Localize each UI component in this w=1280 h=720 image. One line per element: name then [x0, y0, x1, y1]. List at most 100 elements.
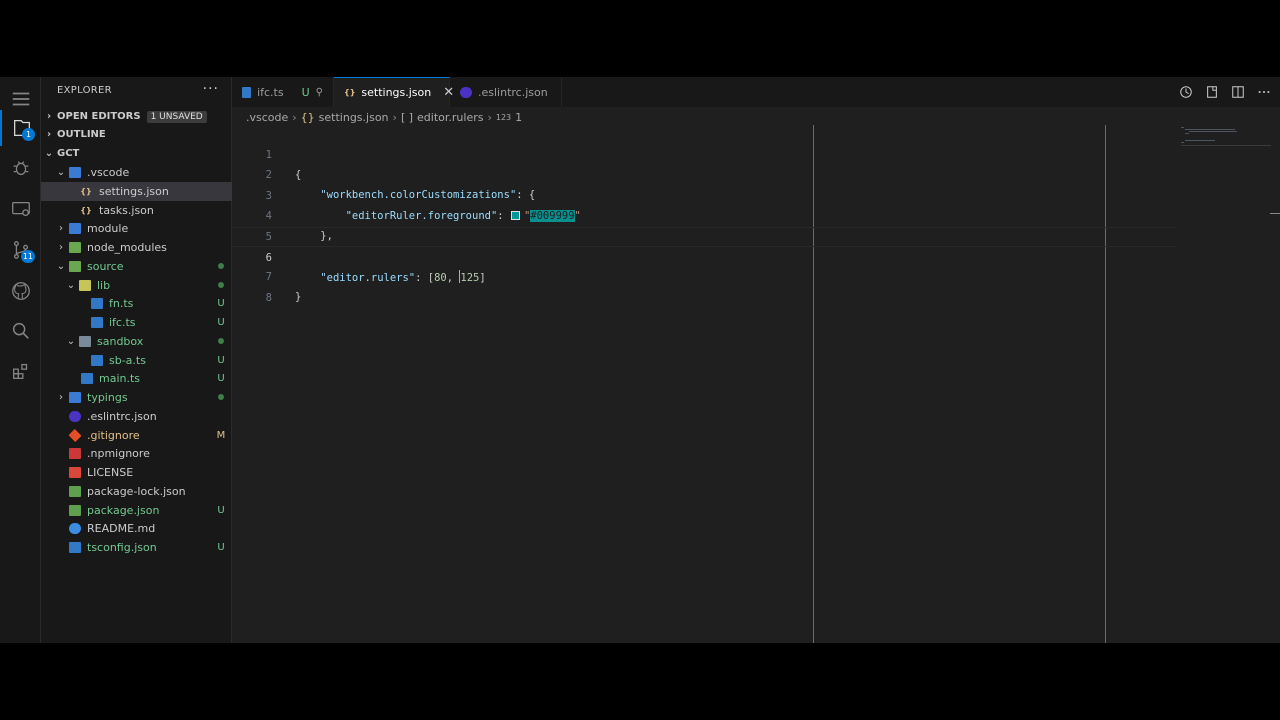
folder-icon — [69, 261, 81, 272]
chevron-down-icon: ⌄ — [66, 280, 76, 291]
tree-file-readme[interactable]: README.md — [41, 519, 232, 538]
pin-icon[interactable]: ⚲ — [316, 87, 323, 98]
tree-folder-sandbox[interactable]: ⌄ sandbox — [41, 332, 232, 351]
breadcrumb-folder[interactable]: .vscode — [246, 111, 288, 124]
folder-icon — [69, 242, 81, 253]
tree-folder-source[interactable]: ⌄ source — [41, 257, 232, 276]
number-icon: 123 — [495, 112, 512, 122]
typescript-icon — [81, 373, 93, 384]
tree-file-license[interactable]: LICENSE — [41, 463, 232, 482]
tree-folder-module[interactable]: › module — [41, 219, 232, 238]
tree-file-eslintrc[interactable]: .eslintrc.json — [41, 407, 232, 426]
minimap-slider[interactable] — [1270, 213, 1280, 214]
extensions-icon[interactable] — [0, 353, 41, 389]
explorer-icon[interactable]: 1 — [0, 110, 41, 146]
tree-file-main-ts[interactable]: main.ts U — [41, 369, 232, 388]
json-icon: {} — [300, 110, 315, 124]
outline-section[interactable]: › OUTLINE — [41, 125, 232, 144]
tree-folder-typings[interactable]: › typings — [41, 388, 232, 407]
info-icon — [69, 523, 81, 534]
tree-file-package-lock[interactable]: package-lock.json — [41, 482, 232, 501]
typescript-config-icon — [69, 542, 81, 553]
status-dot — [210, 261, 232, 272]
explorer-badge: 1 — [22, 128, 35, 141]
workspace-root-label: GCT — [57, 148, 80, 159]
split-editor-icon[interactable] — [1230, 84, 1246, 100]
tree-file-sb-a-ts[interactable]: sb-a.ts U — [41, 351, 232, 370]
eslint-icon — [69, 411, 81, 422]
array-icon: [ ] — [400, 110, 414, 124]
tab-bar: ifc.ts U ⚲ {} settings.json ✕ .eslintrc.… — [232, 77, 1280, 107]
status-dot — [210, 392, 232, 403]
chevron-right-icon: › — [392, 110, 397, 124]
code-line: 5 — [265, 231, 272, 243]
code-line: 1 { — [265, 149, 302, 181]
code-line: 8 — [265, 292, 272, 304]
tree-file-npmignore[interactable]: .npmignore — [41, 444, 232, 463]
folder-icon — [69, 223, 81, 234]
more-icon[interactable] — [1256, 84, 1272, 100]
minimap[interactable] — [1177, 125, 1280, 643]
tree-folder-vscode[interactable]: ⌄ .vscode — [41, 163, 232, 182]
editor-actions — [1178, 84, 1272, 100]
explorer-sidebar: EXPLORER ··· › OPEN EDITORS 1 UNSAVED › … — [41, 77, 232, 643]
timeline-icon[interactable] — [1178, 84, 1194, 100]
chevron-right-icon: › — [292, 110, 297, 124]
github-icon[interactable] — [0, 273, 41, 309]
typescript-icon — [91, 298, 103, 309]
open-editors-label: OPEN EDITORS — [57, 111, 141, 122]
code-line: 2 "workbench.colorCustomizations": { — [265, 169, 536, 201]
code-line: 3 "editorRuler.foreground": "#009999" — [265, 190, 581, 222]
folder-icon — [69, 392, 81, 403]
breadcrumb-key[interactable]: editor.rulers — [417, 111, 483, 124]
vscode-window: 1 11 EXPLORER ··· › OPEN EDITORS 1 UNSAV… — [0, 77, 1280, 643]
activity-bar: 1 11 — [0, 77, 41, 643]
nodejs-icon — [69, 505, 81, 516]
search-icon[interactable] — [0, 313, 41, 349]
typescript-icon — [91, 355, 103, 366]
tree-folder-node-modules[interactable]: › node_modules — [41, 238, 232, 257]
chevron-right-icon: › — [46, 111, 52, 122]
unsaved-badge: 1 UNSAVED — [146, 110, 207, 123]
chevron-right-icon: › — [59, 223, 63, 234]
source-control-icon[interactable]: 11 — [0, 232, 41, 268]
code-line: 7 } — [265, 271, 302, 303]
eslint-icon — [460, 86, 472, 98]
license-icon — [69, 467, 81, 478]
tree-file-fn-ts[interactable]: fn.ts U — [41, 294, 232, 313]
tab-eslintrc-json[interactable]: .eslintrc.json — [450, 77, 562, 107]
workspace-root[interactable]: ⌄ GCT — [41, 144, 232, 163]
chevron-down-icon: ⌄ — [66, 336, 76, 347]
tree-file-tasks-json[interactable]: {} tasks.json — [41, 201, 232, 220]
folder-icon — [79, 280, 91, 291]
chevron-right-icon: › — [59, 242, 63, 253]
breadcrumb-index[interactable]: 1 — [515, 111, 522, 124]
debug-icon[interactable] — [0, 150, 41, 186]
tab-ifc-ts[interactable]: ifc.ts U ⚲ — [232, 77, 334, 107]
breadcrumb-file[interactable]: settings.json — [319, 111, 389, 124]
outline-label: OUTLINE — [57, 129, 106, 140]
editor-area: ifc.ts U ⚲ {} settings.json ✕ .eslintrc.… — [232, 77, 1280, 643]
tree-file-settings-json[interactable]: {} settings.json — [41, 182, 232, 201]
status-dot — [210, 280, 232, 291]
tree-file-tsconfig[interactable]: tsconfig.json U — [41, 538, 232, 557]
tree-file-ifc-ts[interactable]: ifc.ts U — [41, 313, 232, 332]
more-actions-icon[interactable]: ··· — [203, 81, 219, 97]
status-dot — [210, 336, 232, 347]
chevron-right-icon: › — [487, 110, 492, 124]
npm-icon — [69, 448, 81, 459]
chevron-down-icon: ⌄ — [56, 167, 66, 178]
tree-file-package-json[interactable]: package.json U — [41, 501, 232, 520]
chevron-right-icon: › — [46, 129, 52, 140]
remote-explorer-icon[interactable] — [0, 191, 41, 227]
open-editors-section[interactable]: › OPEN EDITORS 1 UNSAVED — [41, 107, 232, 126]
json-icon: {} — [80, 187, 92, 196]
tree-folder-lib[interactable]: ⌄ lib — [41, 276, 232, 295]
tab-settings-json[interactable]: {} settings.json ✕ — [334, 77, 454, 107]
open-settings-icon[interactable] — [1204, 84, 1220, 100]
typescript-icon — [242, 86, 252, 98]
json-icon: {} — [80, 206, 92, 215]
tree-file-gitignore[interactable]: .gitignore M — [41, 426, 232, 445]
explorer-title: EXPLORER — [57, 85, 112, 96]
typescript-icon — [91, 317, 103, 328]
